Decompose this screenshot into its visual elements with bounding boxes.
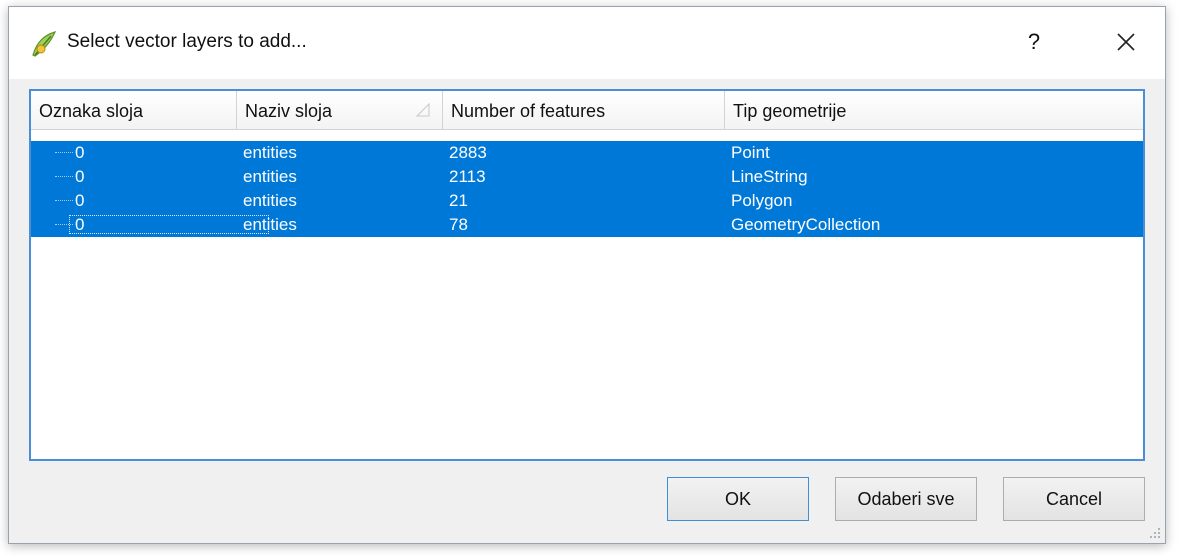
feature-count-cell: 2113 <box>449 167 486 186</box>
layer-id-cell: 0 <box>75 167 85 186</box>
layer-id-cell: 0 <box>75 191 85 210</box>
table-row[interactable]: 0 entities 21 Polygon <box>31 189 1143 213</box>
table-row[interactable]: 0 entities 2883 Point <box>31 141 1143 165</box>
help-button[interactable]: ? <box>1019 25 1049 59</box>
close-icon <box>1117 33 1135 51</box>
column-header-layer-id[interactable]: Oznaka sloja <box>31 91 237 129</box>
geometry-type-cell: GeometryCollection <box>731 215 881 234</box>
tree-branch-line <box>55 200 73 201</box>
layer-id-cell: 0 <box>75 143 85 162</box>
layer-name-cell: entities <box>243 215 297 234</box>
column-header-layer-name[interactable]: Naziv sloja <box>237 91 443 129</box>
geometry-type-cell: Point <box>731 143 770 162</box>
qgis-logo-icon <box>32 31 57 57</box>
close-button[interactable] <box>1109 25 1143 59</box>
table-row[interactable]: 0 entities 78 GeometryCollection <box>31 213 1143 237</box>
feature-count-cell: 2883 <box>449 143 487 162</box>
geometry-type-cell: Polygon <box>731 191 793 210</box>
layers-tree-view[interactable]: Oznaka sloja Naziv sloja Number of featu… <box>29 89 1145 461</box>
feature-count-cell: 21 <box>449 191 468 210</box>
column-header-feature-count[interactable]: Number of features <box>443 91 725 129</box>
tree-branch-line <box>55 176 73 177</box>
geometry-type-cell: LineString <box>731 167 808 186</box>
cancel-button[interactable]: Cancel <box>1003 477 1145 521</box>
table-row[interactable]: 0 entities 2113 LineString <box>31 165 1143 189</box>
select-vector-layers-dialog: Select vector layers to add... ? Oznaka … <box>8 6 1166 544</box>
title-bar: Select vector layers to add... ? <box>9 7 1165 79</box>
ok-button[interactable]: OK <box>667 477 809 521</box>
layer-name-cell: entities <box>243 167 297 186</box>
table-header: Oznaka sloja Naziv sloja Number of featu… <box>31 91 1143 130</box>
window-title: Select vector layers to add... <box>67 31 307 52</box>
column-header-geometry-type[interactable]: Tip geometrije <box>725 91 1143 129</box>
resize-grip-icon[interactable] <box>1147 525 1161 539</box>
focus-outline <box>69 215 269 234</box>
layer-id-cell: 0 <box>75 215 85 234</box>
feature-count-cell: 78 <box>449 215 468 234</box>
column-header-layer-name-label: Naziv sloja <box>245 101 333 121</box>
layer-name-cell: entities <box>243 143 297 162</box>
tree-branch-line <box>55 152 73 153</box>
layer-name-cell: entities <box>243 191 297 210</box>
select-all-button[interactable]: Odaberi sve <box>835 477 977 521</box>
sort-indicator-icon <box>416 103 430 117</box>
